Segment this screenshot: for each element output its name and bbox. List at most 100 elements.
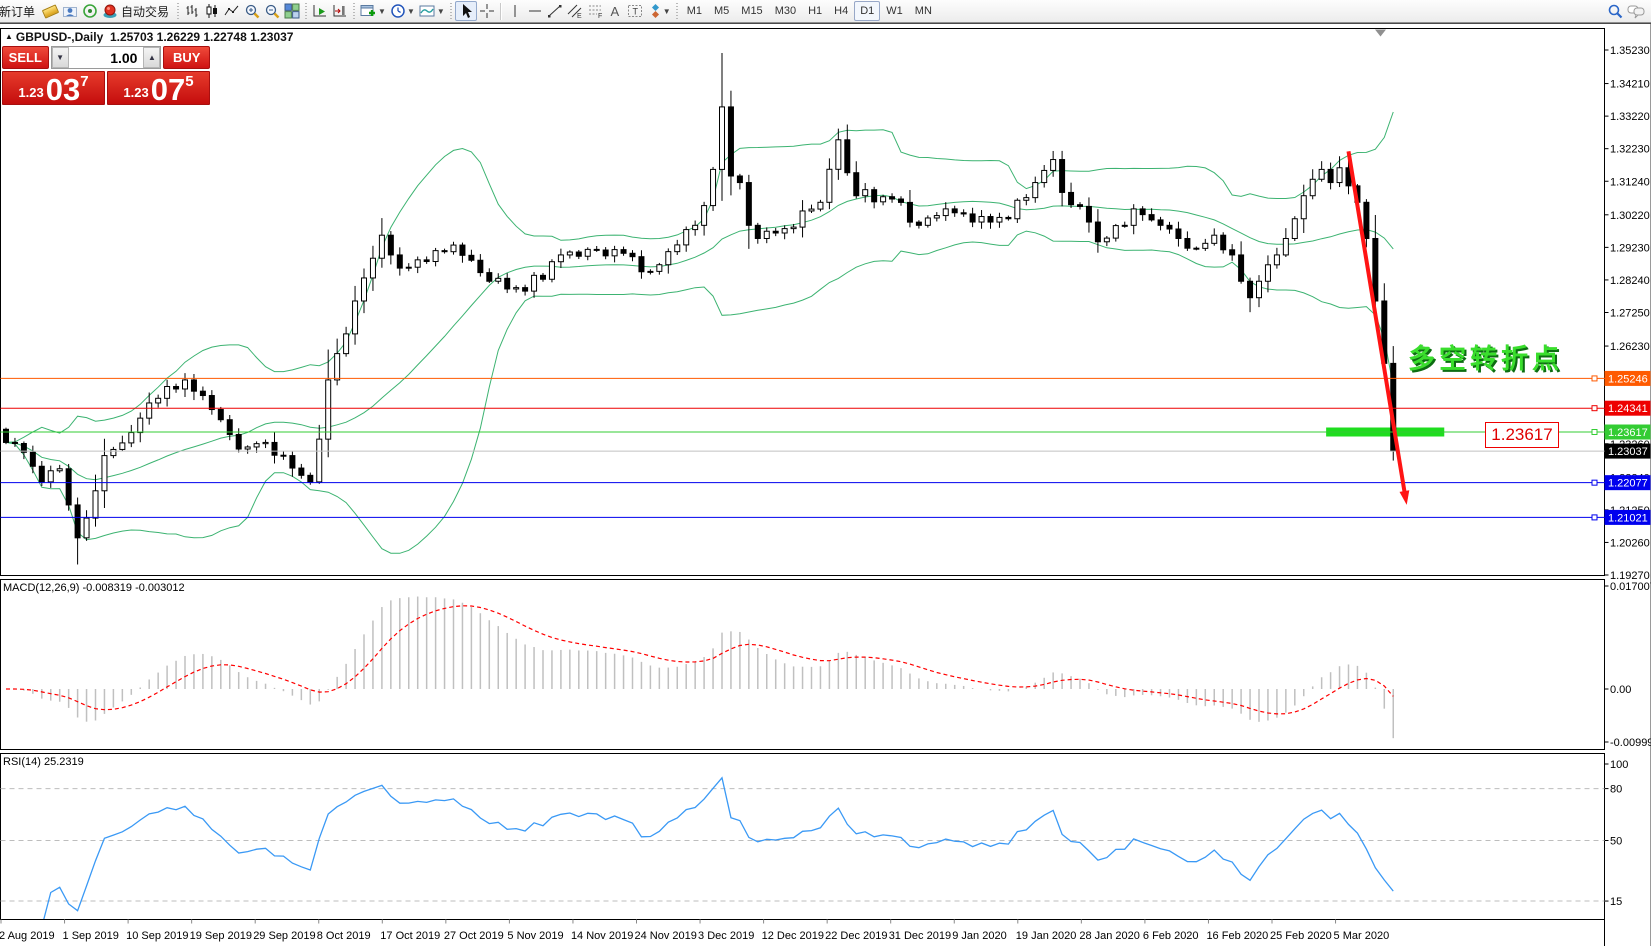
tile-windows-icon <box>284 3 300 19</box>
chart-shift-button[interactable] <box>330 1 350 21</box>
metaeditor-button[interactable] <box>40 1 60 21</box>
svg-text:80: 80 <box>1610 784 1622 796</box>
chevron-down-icon: ▼ <box>437 7 445 16</box>
bollinger-bands <box>6 112 1393 553</box>
tf-button-M5[interactable]: M5 <box>708 2 735 20</box>
sell-button[interactable]: SELL <box>2 46 49 69</box>
svg-text:T: T <box>632 7 638 17</box>
trendline-tool-button[interactable] <box>545 1 565 21</box>
svg-text:6 Feb 2020: 6 Feb 2020 <box>1143 930 1199 942</box>
turning-point-annotation[interactable]: 多空转折点 <box>1408 337 1563 376</box>
channel-tool-button[interactable]: E <box>565 1 585 21</box>
tf-button-W1[interactable]: W1 <box>880 2 909 20</box>
fibonacci-icon: F <box>587 3 603 19</box>
sell-price-block[interactable]: 1.23 03 7 <box>2 71 105 105</box>
text-label-icon: T <box>627 3 644 19</box>
new-order-button[interactable]: 新订单 <box>0 1 40 21</box>
svg-text:1.29230: 1.29230 <box>1610 242 1650 254</box>
chart-window: 1.352301.342101.332201.322301.312401.302… <box>0 23 1651 946</box>
arrows-tool-button[interactable]: ▼ <box>646 1 673 21</box>
template-button[interactable]: ▼ <box>417 1 447 21</box>
ohlc-values: 1.25703 1.26229 1.22748 1.23037 <box>110 30 294 44</box>
svg-text:8 Oct 2019: 8 Oct 2019 <box>317 930 371 942</box>
profile-button[interactable] <box>60 1 80 21</box>
chart-shift-marker[interactable] <box>1375 30 1386 37</box>
svg-text:1.23037: 1.23037 <box>1608 446 1648 458</box>
buy-price-small: 1.23 <box>123 85 148 100</box>
buy-label: BUY <box>173 50 200 65</box>
template-icon <box>419 3 436 19</box>
tile-windows-button[interactable] <box>282 1 302 21</box>
buy-button[interactable]: BUY <box>163 46 210 69</box>
buy-price-block[interactable]: 1.23 07 5 <box>107 71 210 105</box>
svg-text:9 Jan 2020: 9 Jan 2020 <box>952 930 1006 942</box>
text-tool-icon: A <box>610 4 619 19</box>
trend-arrow[interactable] <box>1349 151 1410 505</box>
svg-text:29 Sep 2019: 29 Sep 2019 <box>253 930 315 942</box>
chevron-down-icon: ▼ <box>663 7 671 16</box>
tf-button-M15[interactable]: M15 <box>735 2 768 20</box>
tf-button-M1[interactable]: M1 <box>681 2 708 20</box>
date-axis[interactable]: 2 Aug 20191 Sep 201910 Sep 201919 Sep 20… <box>0 920 1389 943</box>
equidistant-channel-icon: E <box>567 3 583 19</box>
one-click-trading-panel: SELL ▼ 1.00 ▲ BUY 1.23 03 7 1.23 07 5 <box>2 46 210 105</box>
text-label-tool-button[interactable]: T <box>625 1 646 21</box>
new-chart-button[interactable]: ▼ <box>358 1 388 21</box>
volume-decrease-button[interactable]: ▼ <box>52 47 69 68</box>
auto-scroll-icon <box>312 3 328 19</box>
period-button[interactable]: ▼ <box>388 1 417 21</box>
sell-price-big: 03 <box>46 77 80 103</box>
svg-text:5 Nov 2019: 5 Nov 2019 <box>507 930 563 942</box>
chevron-down-icon: ▼ <box>407 7 415 16</box>
svg-text:15: 15 <box>1610 896 1622 908</box>
volume-increase-button[interactable]: ▲ <box>143 47 160 68</box>
svg-text:-0.00999: -0.00999 <box>1610 737 1651 749</box>
fibonacci-tool-button[interactable]: F <box>585 1 605 21</box>
text-tool-button[interactable]: A <box>605 1 625 21</box>
svg-text:1.30220: 1.30220 <box>1610 210 1650 222</box>
line-chart-mode-button[interactable] <box>222 1 242 21</box>
candlestick-series <box>4 53 1396 565</box>
svg-text:12 Dec 2019: 12 Dec 2019 <box>762 930 824 942</box>
community-chat-button[interactable] <box>1625 1 1647 21</box>
zoom-in-button[interactable] <box>242 1 262 21</box>
candlestick-icon <box>204 3 220 19</box>
macd-label: MACD(12,26,9) -0.008319 -0.003012 <box>3 582 185 594</box>
toolbar-grip <box>450 3 452 19</box>
shapes-icon <box>648 3 662 19</box>
svg-text:10 Sep 2019: 10 Sep 2019 <box>126 930 188 942</box>
toolbar-separator <box>500 3 502 20</box>
vertical-line-tool-button[interactable] <box>505 1 525 21</box>
price-tag-label[interactable]: 1.23617 <box>1485 422 1559 448</box>
price-chart[interactable]: 1.352301.342101.332201.322301.312401.302… <box>0 24 1651 946</box>
candlestick-mode-button[interactable] <box>202 1 222 21</box>
tf-button-MN[interactable]: MN <box>909 2 938 20</box>
volume-input[interactable]: 1.00 <box>69 47 144 68</box>
timeframe-bar: M1M5M15M30H1H4D1W1MN <box>681 1 938 21</box>
ohlc-bars-icon <box>184 3 200 19</box>
svg-text:0.017007: 0.017007 <box>1610 581 1651 593</box>
svg-text:16 Feb 2020: 16 Feb 2020 <box>1206 930 1268 942</box>
symbol-search-button[interactable] <box>1605 1 1625 21</box>
tf-button-D1[interactable]: D1 <box>854 1 880 21</box>
zoom-out-button[interactable] <box>262 1 282 21</box>
bar-chart-mode-button[interactable] <box>182 1 202 21</box>
svg-text:17 Oct 2019: 17 Oct 2019 <box>380 930 440 942</box>
zoom-out-icon <box>264 3 280 19</box>
svg-text:19 Sep 2019: 19 Sep 2019 <box>190 930 252 942</box>
new-chart-icon <box>360 3 377 19</box>
tf-button-H1[interactable]: H1 <box>802 2 828 20</box>
svg-text:1.23617: 1.23617 <box>1608 427 1648 439</box>
svg-text:1.31240: 1.31240 <box>1610 176 1650 188</box>
crosshair-tool-button[interactable] <box>477 1 497 21</box>
cursor-tool-button[interactable] <box>455 1 477 21</box>
price-badges: 1.252461.243411.236171.230371.220771.210… <box>1605 371 1651 525</box>
cursor-icon <box>458 3 474 19</box>
auto-scroll-button[interactable] <box>310 1 330 21</box>
horizontal-line-tool-button[interactable] <box>525 1 545 21</box>
signals-button[interactable] <box>80 1 100 21</box>
svg-text:22 Dec 2019: 22 Dec 2019 <box>825 930 887 942</box>
autotrading-button[interactable]: 自动交易 <box>100 1 174 21</box>
tf-button-M30[interactable]: M30 <box>769 2 802 20</box>
tf-button-H4[interactable]: H4 <box>828 2 854 20</box>
